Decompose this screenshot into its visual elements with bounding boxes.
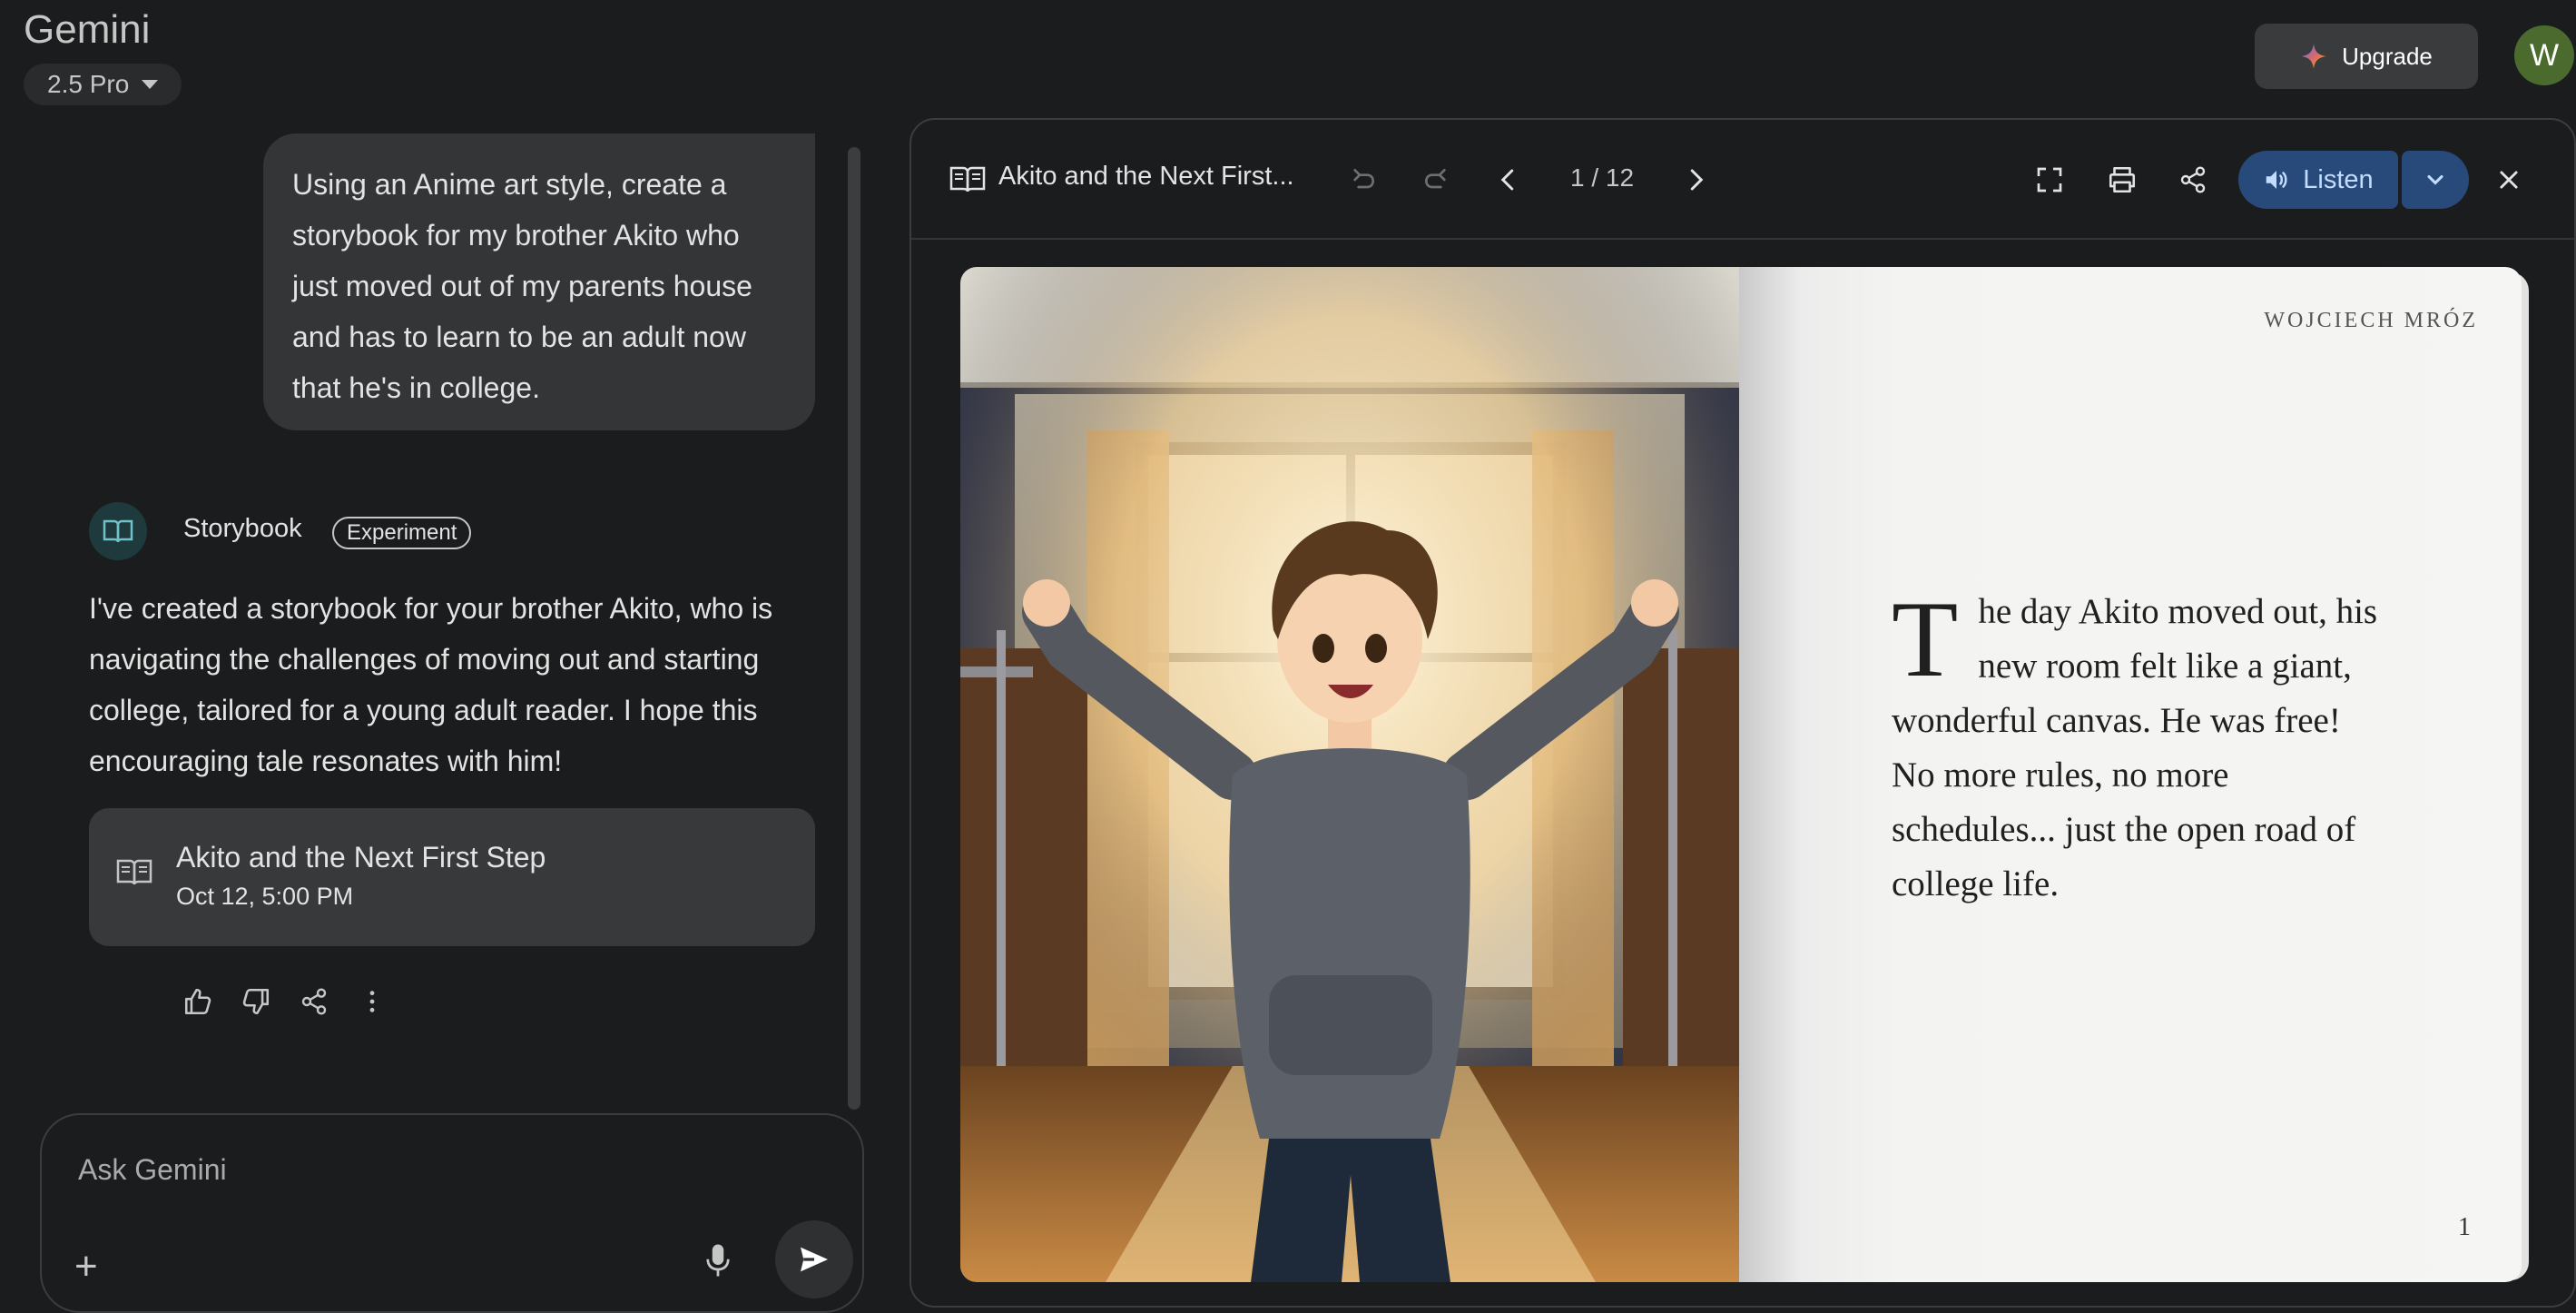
thumbs-down-icon[interactable] (240, 985, 272, 1018)
app-title: Gemini (24, 7, 151, 52)
undo-icon[interactable] (1343, 160, 1383, 200)
upgrade-label: Upgrade (2342, 42, 2433, 70)
assistant-response: I've created a storybook for your brothe… (89, 592, 773, 777)
listen-button[interactable]: Listen (2238, 151, 2398, 209)
add-icon[interactable]: + (74, 1244, 98, 1289)
share-icon[interactable] (2173, 160, 2213, 200)
user-message: Using an Anime art style, create a story… (263, 133, 815, 430)
upgrade-button[interactable]: Upgrade (2255, 24, 2478, 89)
book-icon (949, 166, 986, 193)
model-label: 2.5 Pro (47, 70, 130, 98)
page-number: 1 (2458, 1213, 2471, 1241)
viewer-title: Akito and the Next First... (998, 162, 1294, 191)
story-text-page: WOJCIECH MRÓZ T he day Akito moved out, … (1739, 267, 2522, 1282)
send-button[interactable] (775, 1220, 853, 1298)
chevron-down-icon (2427, 174, 2443, 185)
card-date: Oct 12, 5:00 PM (176, 883, 354, 910)
card-title: Akito and the Next First Step (176, 841, 546, 874)
print-icon[interactable] (2102, 160, 2142, 200)
more-vert-icon[interactable] (356, 985, 388, 1018)
send-icon (801, 1247, 828, 1272)
prompt-box[interactable]: Ask Gemini + (40, 1113, 864, 1313)
mic-icon[interactable] (704, 1242, 732, 1278)
model-selector[interactable]: 2.5 Pro (24, 64, 182, 105)
close-icon[interactable] (2489, 160, 2529, 200)
page-indicator: 1 / 12 (1570, 163, 1635, 192)
listen-options-button[interactable] (2402, 151, 2469, 209)
thumbs-up-icon[interactable] (182, 985, 214, 1018)
storybook-avatar (89, 502, 147, 560)
story-text: T he day Akito moved out, his new room f… (1892, 585, 2382, 912)
caret-down-icon (142, 80, 159, 89)
sparkle-icon (2301, 44, 2326, 69)
author-name: WOJCIECH MRÓZ (2264, 309, 2478, 332)
viewer-toolbar: Akito and the Next First... 1 / 12 Liste… (911, 120, 2574, 240)
prev-page-button[interactable] (1489, 160, 1529, 200)
experiment-badge: Experiment (332, 517, 472, 549)
drop-cap: T (1892, 578, 1959, 699)
storybook-card[interactable]: Akito and the Next First Step Oct 12, 5:… (89, 808, 815, 946)
volume-icon (2266, 171, 2287, 189)
book-icon (116, 859, 152, 885)
chevron-left-icon (1500, 169, 1514, 191)
assistant-name: Storybook (183, 514, 302, 543)
next-page-button[interactable] (1676, 160, 1716, 200)
redo-icon[interactable] (1416, 160, 1456, 200)
storybook-panel: Akito and the Next First... 1 / 12 Liste… (909, 118, 2576, 1308)
share-icon[interactable] (298, 985, 330, 1018)
response-actions (182, 985, 388, 1018)
book-icon (103, 519, 133, 543)
chat-scrollbar[interactable] (848, 147, 860, 1110)
prompt-input[interactable]: Ask Gemini (78, 1153, 227, 1187)
story-illustration (960, 267, 1739, 1282)
avatar[interactable]: W (2514, 25, 2574, 85)
storybook-spread: WOJCIECH MRÓZ T he day Akito moved out, … (960, 267, 2529, 1282)
chevron-right-icon (1690, 169, 1704, 191)
listen-label: Listen (2303, 164, 2374, 194)
fullscreen-icon[interactable] (2030, 160, 2070, 200)
